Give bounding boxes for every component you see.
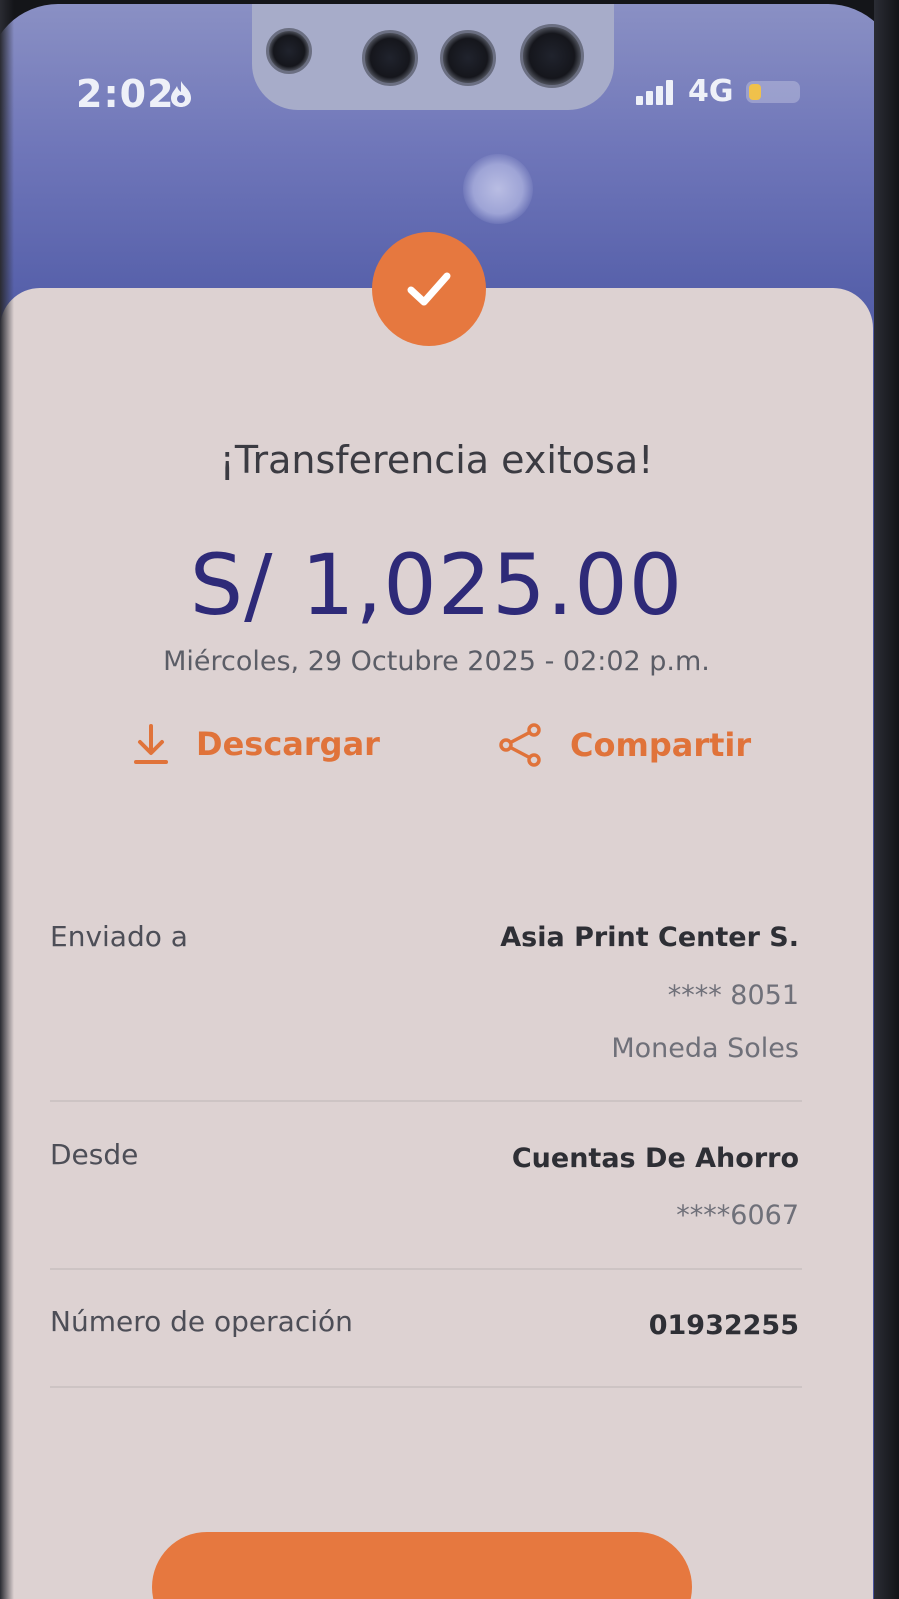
network-type: 4G <box>688 74 734 109</box>
signal-icon <box>636 79 676 105</box>
recipient-name: Asia Print Center S. <box>500 922 799 953</box>
sensor-glow <box>463 154 533 224</box>
sent-to-label: Enviado a <box>50 920 188 953</box>
download-label: Descargar <box>196 725 380 763</box>
source-account: ****6067 <box>676 1200 799 1231</box>
battery-icon <box>745 80 800 103</box>
success-badge <box>372 232 486 346</box>
operation-number-label: Número de operación <box>50 1305 353 1338</box>
divider <box>50 1386 802 1388</box>
operation-number: 01932255 <box>648 1310 799 1341</box>
primary-action-button[interactable] <box>152 1532 692 1599</box>
camera-lens-icon <box>520 24 584 88</box>
source-account-type: Cuentas De Ahorro <box>511 1143 799 1174</box>
from-label: Desde <box>50 1138 139 1171</box>
flame-icon <box>171 81 191 107</box>
share-icon <box>499 723 541 767</box>
status-indicators: 4G <box>636 74 800 109</box>
page-title: ¡Transferencia exitosa! <box>219 438 654 482</box>
camera-lens-icon <box>362 30 418 86</box>
camera-lens-icon <box>266 28 312 74</box>
check-icon <box>407 272 451 306</box>
device-bezel-left <box>0 0 14 1599</box>
camera-lens-icon <box>440 30 496 86</box>
device-bezel-right <box>874 0 899 1599</box>
download-button[interactable]: Descargar <box>132 722 380 766</box>
divider <box>50 1268 802 1270</box>
download-icon <box>134 724 168 764</box>
transfer-amount: S/ 1,025.00 <box>189 536 684 634</box>
divider <box>50 1100 802 1102</box>
transfer-datetime: Miércoles, 29 Octubre 2025 - 02:02 p.m. <box>163 646 710 677</box>
status-time: 2:02 <box>76 72 175 116</box>
camera-notch <box>252 4 614 110</box>
recipient-account: **** 8051 <box>667 980 799 1011</box>
share-button[interactable]: Compartir <box>498 722 751 768</box>
recipient-currency: Moneda Soles <box>611 1033 799 1064</box>
share-label: Compartir <box>570 726 752 764</box>
phone-frame: 2:02 4G ¡Transferencia exitosa! S/ 1,025… <box>0 0 899 1599</box>
